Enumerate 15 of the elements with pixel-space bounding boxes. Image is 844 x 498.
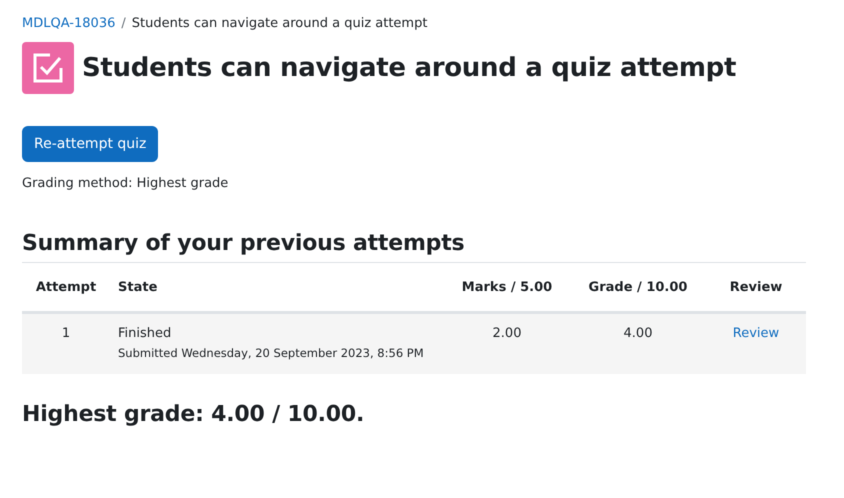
grading-method: Grading method: Highest grade [22,176,230,191]
table-cell: 2.00 [492,326,522,341]
quiz-checkbox-icon [22,42,74,94]
review-link[interactable]: Review [732,326,780,341]
table-cell: 1 [62,326,70,341]
submitted-date: Submitted Wednesday, 20 September 2023, 8:56 PM [118,346,425,360]
breadcrumb-link[interactable]: MDLQA-18036 [22,16,116,30]
reattempt-button[interactable]: Re-attempt quiz [22,126,158,162]
breadcrumb-current: Students can navigate around a quiz attempt [132,16,428,30]
page-title: Students can navigate around a quiz attempt [82,53,736,83]
table-cell: 4.00 [624,326,652,341]
table-cell-text: Finished [118,326,172,341]
breadcrumb-separator: / [121,16,126,30]
final-grade: Highest grade: 4.00 / 10.00. [22,402,366,429]
section-heading: Summary of your previous attempts [22,231,806,263]
